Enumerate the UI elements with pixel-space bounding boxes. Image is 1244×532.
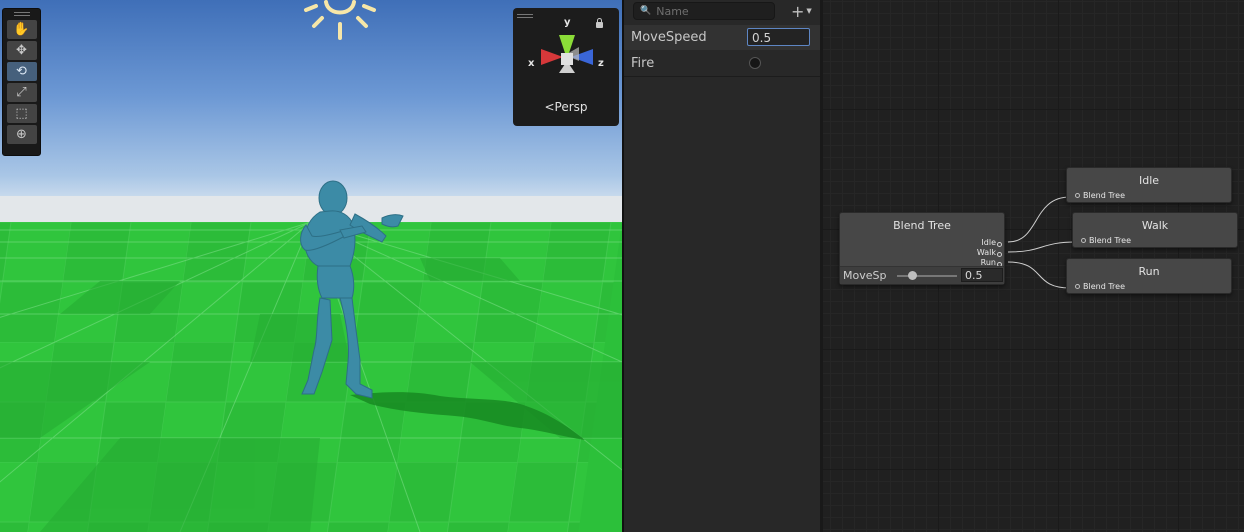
blend-slider-track[interactable] xyxy=(897,275,957,277)
parameters-header: 🔍 Name + ▼ xyxy=(624,0,820,22)
axis-z-label[interactable]: z xyxy=(598,58,604,69)
parameter-name[interactable]: MoveSpeed xyxy=(631,30,707,45)
horizon-haze xyxy=(0,196,622,222)
output-port-idle[interactable]: Idle xyxy=(981,238,1002,247)
rect-tool-icon[interactable]: ⬚ xyxy=(6,104,37,123)
parameter-name[interactable]: Fire xyxy=(631,56,654,71)
child-node-walk[interactable]: Walk Blend Tree xyxy=(1072,212,1238,248)
fire-trigger-toggle[interactable] xyxy=(749,57,761,69)
blend-parameter-label: MoveSp xyxy=(843,269,887,282)
wire-idle xyxy=(1007,196,1071,243)
node-subtitle: Blend Tree xyxy=(1081,236,1131,245)
blend-slider-knob[interactable] xyxy=(907,271,917,280)
parameter-row-movespeed[interactable]: MoveSpeed 0.5 xyxy=(624,25,820,50)
child-node-run[interactable]: Run Blend Tree xyxy=(1066,258,1232,294)
node-title: Blend Tree xyxy=(893,219,951,232)
dropdown-arrow-icon: ▼ xyxy=(806,7,812,15)
node-subtitle: Blend Tree xyxy=(1075,282,1125,291)
output-port-walk[interactable]: Walk xyxy=(977,248,1003,257)
hand-tool-icon[interactable]: ✋ xyxy=(6,20,37,39)
axis-y-label[interactable]: y xyxy=(564,17,571,28)
parameters-panel: 🔍 Name + ▼ MoveSpeed 0.5 Fire xyxy=(624,0,820,532)
node-title: Idle xyxy=(1138,174,1160,187)
node-subtitle: Blend Tree xyxy=(1075,191,1125,200)
light-icon[interactable] xyxy=(300,0,380,44)
move-tool-icon[interactable]: ✥ xyxy=(6,41,37,60)
projection-toggle[interactable]: <Persp xyxy=(513,100,619,114)
parameter-row-fire[interactable]: Fire xyxy=(624,51,820,76)
wire-run xyxy=(1007,261,1071,289)
transform-tool-icon[interactable]: ⊕ xyxy=(6,125,37,144)
add-parameter-button[interactable]: + ▼ xyxy=(791,2,812,21)
blend-value-field[interactable]: 0.5 xyxy=(961,268,1003,282)
search-icon: 🔍 xyxy=(640,6,652,16)
toolbar-grip[interactable] xyxy=(3,9,40,18)
plus-icon: + xyxy=(791,1,805,21)
axis-x-label[interactable]: x xyxy=(528,58,534,69)
scene-view[interactable]: ✋ ✥ ⟲ ⤢ ⬚ ⊕ y x z <Persp xyxy=(0,0,622,532)
orientation-gizmo[interactable]: y x z <Persp xyxy=(513,8,619,126)
child-node-idle[interactable]: Idle Blend Tree xyxy=(1066,167,1232,203)
blend-parameter-bar: MoveSp 0.5 xyxy=(840,266,1004,284)
parameter-search-input[interactable]: 🔍 Name xyxy=(633,2,775,20)
animator-graph[interactable]: Blend Tree Idle Walk Run MoveSp 0.5 Idle… xyxy=(820,0,1244,532)
blend-tree-node[interactable]: Blend Tree Idle Walk Run MoveSp 0.5 xyxy=(839,212,1005,285)
scale-tool-icon[interactable]: ⤢ xyxy=(6,83,37,102)
movespeed-value-input[interactable]: 0.5 xyxy=(747,28,810,46)
node-title: Walk xyxy=(1141,219,1169,232)
rotate-tool-icon[interactable]: ⟲ xyxy=(6,62,37,81)
parameters-separator xyxy=(624,76,820,77)
scene-tools-toolbar: ✋ ✥ ⟲ ⤢ ⬚ ⊕ xyxy=(2,8,41,156)
node-title: Run xyxy=(1138,265,1160,278)
wire-walk xyxy=(1007,241,1077,253)
search-placeholder: Name xyxy=(656,4,689,18)
